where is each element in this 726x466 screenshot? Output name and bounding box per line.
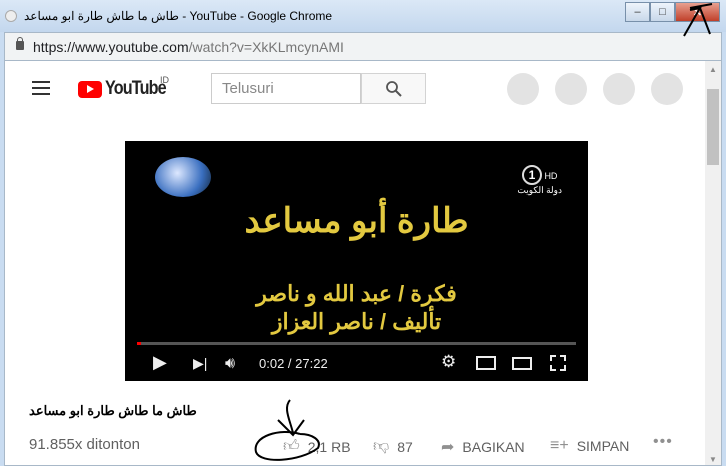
youtube-logo[interactable]: YouTube ID — [78, 75, 176, 100]
play-icon[interactable]: ▶ — [153, 352, 167, 373]
progress-bar[interactable] — [137, 342, 576, 345]
globe-logo — [155, 157, 211, 197]
video-card-line1: فكرة / عبد الله و ناصر — [256, 281, 457, 306]
url-path: /watch?v=XkKLmcynAMI — [188, 39, 344, 55]
country-code: ID — [160, 75, 169, 85]
view-count: 91.855x ditonton — [29, 436, 140, 453]
like-button[interactable]: 👍︎ 2,1 RB — [283, 437, 351, 456]
placeholder-icon-1[interactable] — [507, 73, 539, 105]
save-label: SIMPAN — [576, 438, 630, 454]
search-button[interactable] — [361, 73, 426, 104]
chrome-icon — [5, 10, 17, 22]
url-host: https://www.youtube.com — [33, 39, 189, 55]
logo-text: YouTube — [105, 78, 167, 99]
settings-icon[interactable]: ⚙ — [441, 352, 456, 372]
placeholder-icon-3[interactable] — [603, 73, 635, 105]
close-button[interactable]: ✕ — [675, 2, 720, 22]
progress-fill — [137, 342, 141, 345]
minimize-button[interactable]: – — [625, 2, 650, 22]
next-icon[interactable]: ▶| — [193, 355, 207, 372]
page-content: YouTube ID Telusuri 1 HD دولة الكويت طارة… — [4, 60, 722, 466]
video-player[interactable]: 1 HD دولة الكويت طارة أبو مساعد فكرة / عب… — [125, 141, 588, 381]
miniplayer-icon[interactable] — [476, 356, 496, 370]
scroll-down-icon[interactable]: ▼ — [709, 455, 717, 464]
channel-logo: 1 HD دولة الكويت — [517, 165, 562, 196]
placeholder-icon-4[interactable] — [651, 73, 683, 105]
more-actions-button[interactable]: ••• — [653, 433, 673, 451]
dislike-button[interactable]: 👎︎ 87 — [373, 437, 413, 456]
video-card-title: طارة أبو مساعد — [244, 202, 469, 240]
video-card-line2: تأليف / ناصر العزاز — [271, 309, 442, 334]
scrollbar[interactable]: ▲ ▼ — [705, 61, 721, 465]
search-input[interactable]: Telusuri — [211, 73, 361, 104]
theater-mode-icon[interactable] — [512, 357, 532, 370]
search-icon — [385, 80, 402, 97]
window-title: طاش ما طاش طارة ابو مساعد - YouTube - Go… — [24, 9, 333, 23]
save-button[interactable]: ≡+ SIMPAN — [550, 437, 629, 455]
url-text[interactable]: https://www.youtube.com/watch?v=XkKLmcyn… — [33, 39, 344, 55]
fullscreen-icon[interactable] — [550, 355, 566, 371]
time-display: 0:02 / 27:22 — [259, 356, 328, 371]
video-title: طاش ما طاش طارة ابو مساعد — [29, 403, 197, 418]
scrollbar-thumb[interactable] — [707, 89, 719, 165]
share-icon: ➦ — [441, 439, 455, 456]
title-bar: طاش ما طاش طارة ابو مساعد - YouTube - Go… — [0, 0, 726, 32]
menu-icon[interactable] — [32, 81, 50, 99]
maximize-button[interactable]: □ — [650, 2, 675, 22]
address-bar[interactable]: https://www.youtube.com/watch?v=XkKLmcyn… — [4, 32, 722, 60]
lock-icon — [16, 37, 24, 50]
thumbs-down-icon: 👎︎ — [373, 438, 390, 455]
thumbs-up-icon: 👍︎ — [283, 438, 300, 455]
like-count: 2,1 RB — [307, 438, 351, 455]
scroll-up-icon[interactable]: ▲ — [709, 65, 717, 74]
volume-icon[interactable]: 🔊︎ — [225, 355, 235, 373]
dislike-count: 87 — [397, 438, 413, 455]
share-button[interactable]: ➦ BAGIKAN — [441, 437, 525, 457]
placeholder-icon-2[interactable] — [555, 73, 587, 105]
playlist-add-icon: ≡+ — [550, 437, 569, 454]
youtube-play-icon — [78, 80, 102, 98]
share-label: BAGIKAN — [462, 439, 525, 455]
